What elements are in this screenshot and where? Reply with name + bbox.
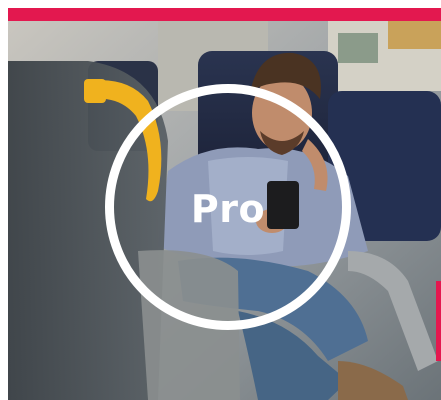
accent-bar — [8, 8, 441, 21]
pro-plan-card[interactable]: Pro — [0, 0, 441, 400]
badge-label: Pro — [190, 187, 266, 231]
pro-badge-ring: Pro — [105, 84, 351, 330]
